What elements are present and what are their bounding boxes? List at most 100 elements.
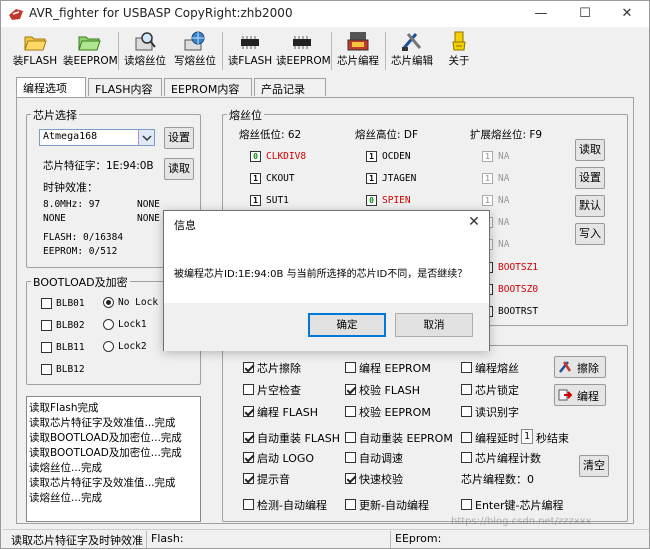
fuse-write-button[interactable]: 写入 <box>575 223 605 245</box>
verify-flash-checkbox[interactable] <box>345 384 356 395</box>
fuse-bit-name: SPIEN <box>382 195 411 206</box>
fuse-bit-name: JTAGEN <box>382 173 417 184</box>
tab-eeprom-content[interactable]: EEPROM内容 <box>164 78 252 96</box>
chip-lock-checkbox[interactable] <box>461 384 472 395</box>
option-label: 片空检查 <box>257 384 301 397</box>
auto-reload-eeprom-checkbox[interactable] <box>345 432 356 443</box>
read-flash-button[interactable]: 读FLASH <box>225 28 275 72</box>
dialog-message: 被编程芯片ID:1E:94:0B 与当前所选择的芯片ID不同，是否继续？ <box>174 269 468 280</box>
fuse-bit-name: BOOTRST <box>498 306 539 317</box>
chip-program-button[interactable]: 芯片编程 <box>333 28 383 72</box>
dialog-ok-button[interactable]: 确定 <box>308 313 386 337</box>
fuse-default-button[interactable]: 默认 <box>575 195 605 217</box>
lock1-radio[interactable] <box>103 319 114 330</box>
load-flash-button[interactable]: 装FLASH <box>11 28 59 72</box>
option-label: 自动重装 EEPROM <box>359 432 453 445</box>
delay-suffix: 秒结束 <box>536 432 569 445</box>
blb12-checkbox[interactable] <box>41 364 52 375</box>
fuse-bit-toggle[interactable]: 1 <box>250 195 261 206</box>
fuse-bit-toggle[interactable]: 0 <box>250 151 261 162</box>
calibration-value: NONE <box>137 213 160 224</box>
program-fuse-checkbox[interactable] <box>461 362 472 373</box>
fuse-bit-toggle[interactable]: 1 <box>366 173 377 184</box>
app-logo-icon <box>9 9 23 20</box>
calibration-value: 8.0MHz: 97 <box>43 199 101 210</box>
read-fuse-button[interactable]: 读熔丝位 <box>121 28 169 72</box>
fuse-set-button[interactable]: 设置 <box>575 167 605 189</box>
program-delay-checkbox[interactable] <box>461 432 472 443</box>
chevron-down-icon[interactable] <box>138 130 154 145</box>
chip-icon <box>238 30 262 52</box>
blb02-checkbox[interactable] <box>41 320 52 331</box>
fuse-bit-name: OCDEN <box>382 151 411 162</box>
program-count-checkbox[interactable] <box>461 452 472 463</box>
minimize-button[interactable]: — <box>519 1 563 27</box>
dialog-cancel-button[interactable]: 取消 <box>395 313 473 337</box>
option-label: 芯片锁定 <box>475 384 519 397</box>
read-id-checkbox[interactable] <box>461 406 472 417</box>
tab-product-log[interactable]: 产品记录 <box>254 78 326 96</box>
fuse-bit-toggle[interactable]: 1 <box>482 195 493 206</box>
log-line: 读取Flash完成 <box>29 402 99 414</box>
blank-check-checkbox[interactable] <box>243 384 254 395</box>
erase-button[interactable]: 擦除 <box>554 356 606 378</box>
chip-edit-button[interactable]: 芯片编辑 <box>387 28 437 72</box>
log-output[interactable]: 读取Flash完成 读取芯片特征字及效准值...完成 读取BOOTLOAD及加密… <box>26 396 201 522</box>
fuse-bit-toggle[interactable]: 1 <box>482 151 493 162</box>
program-flash-checkbox[interactable] <box>243 406 254 417</box>
erase-chip-checkbox[interactable] <box>243 362 254 373</box>
option-label: 编程 EEPROM <box>359 362 431 375</box>
read-eeprom-button[interactable]: 读EEPROM <box>276 28 331 72</box>
fuse-high-label: 熔丝高位: DF <box>355 129 418 141</box>
close-button[interactable]: ✕ <box>605 1 649 27</box>
fuse-bit-toggle[interactable]: 0 <box>366 195 377 206</box>
verify-eeprom-checkbox[interactable] <box>345 406 356 417</box>
blb11-checkbox[interactable] <box>41 342 52 353</box>
clear-button[interactable]: 清空 <box>579 455 609 477</box>
beep-checkbox[interactable] <box>243 473 254 484</box>
fast-verify-checkbox[interactable] <box>345 473 356 484</box>
chip-settings-button[interactable]: 设置 <box>164 127 194 149</box>
toolbar-separator <box>331 32 332 70</box>
fuse-bit-toggle[interactable]: 1 <box>482 173 493 184</box>
option-label: 校验 EEPROM <box>359 406 431 419</box>
fuse-bit-name: SUT1 <box>266 195 289 206</box>
flash-size: FLASH: 0/16384 <box>43 232 124 243</box>
blb01-checkbox[interactable] <box>41 298 52 309</box>
option-label: 芯片擦除 <box>257 362 301 375</box>
chip-dropdown[interactable]: Atmega168 <box>39 129 155 146</box>
fuse-bit-toggle[interactable]: 1 <box>366 151 377 162</box>
toolbar-separator <box>385 32 386 70</box>
startup-logo-checkbox[interactable] <box>243 452 254 463</box>
fuse-bit-toggle[interactable]: 1 <box>250 173 261 184</box>
delay-input[interactable]: 1 <box>521 429 533 444</box>
log-line: 读取BOOTLOAD及加密位...完成 <box>29 447 182 459</box>
toolbar-separator <box>118 32 119 70</box>
status-eeprom: EEprom: <box>395 532 442 545</box>
load-eeprom-button[interactable]: 装EEPROM <box>63 28 118 72</box>
detect-auto-program-checkbox[interactable] <box>243 499 254 510</box>
dialog-close-icon[interactable]: ✕ <box>465 213 483 231</box>
lock2-radio[interactable] <box>103 341 114 352</box>
program-button[interactable]: 编程 <box>554 384 606 406</box>
about-button[interactable]: 关于 <box>441 28 477 72</box>
fuse-read-button[interactable]: 读取 <box>575 139 605 161</box>
lock2-label: Lock2 <box>118 341 147 352</box>
auto-speed-checkbox[interactable] <box>345 452 356 463</box>
program-eeprom-checkbox[interactable] <box>345 362 356 373</box>
enter-key-program-checkbox[interactable] <box>461 499 472 510</box>
fuse-bit-name: CLKDIV8 <box>266 151 307 162</box>
log-line: 读取芯片特征字及效准值...完成 <box>29 417 176 429</box>
write-fuse-button[interactable]: 写熔丝位 <box>171 28 219 72</box>
auto-reload-flash-checkbox[interactable] <box>243 432 254 443</box>
maximize-button[interactable]: ☐ <box>563 1 607 27</box>
chip-read-button[interactable]: 读取 <box>164 158 194 180</box>
log-line: 读熔丝位...完成 <box>29 492 103 504</box>
no-lock-label: No Lock <box>118 297 159 308</box>
update-auto-program-checkbox[interactable] <box>345 499 356 510</box>
no-lock-radio[interactable] <box>103 297 114 308</box>
tab-flash-content[interactable]: FLASH内容 <box>88 78 162 96</box>
calibration-value: NONE <box>137 199 160 210</box>
tab-program-options[interactable]: 编程选项 <box>16 77 86 97</box>
edit-tools-icon <box>400 30 424 52</box>
